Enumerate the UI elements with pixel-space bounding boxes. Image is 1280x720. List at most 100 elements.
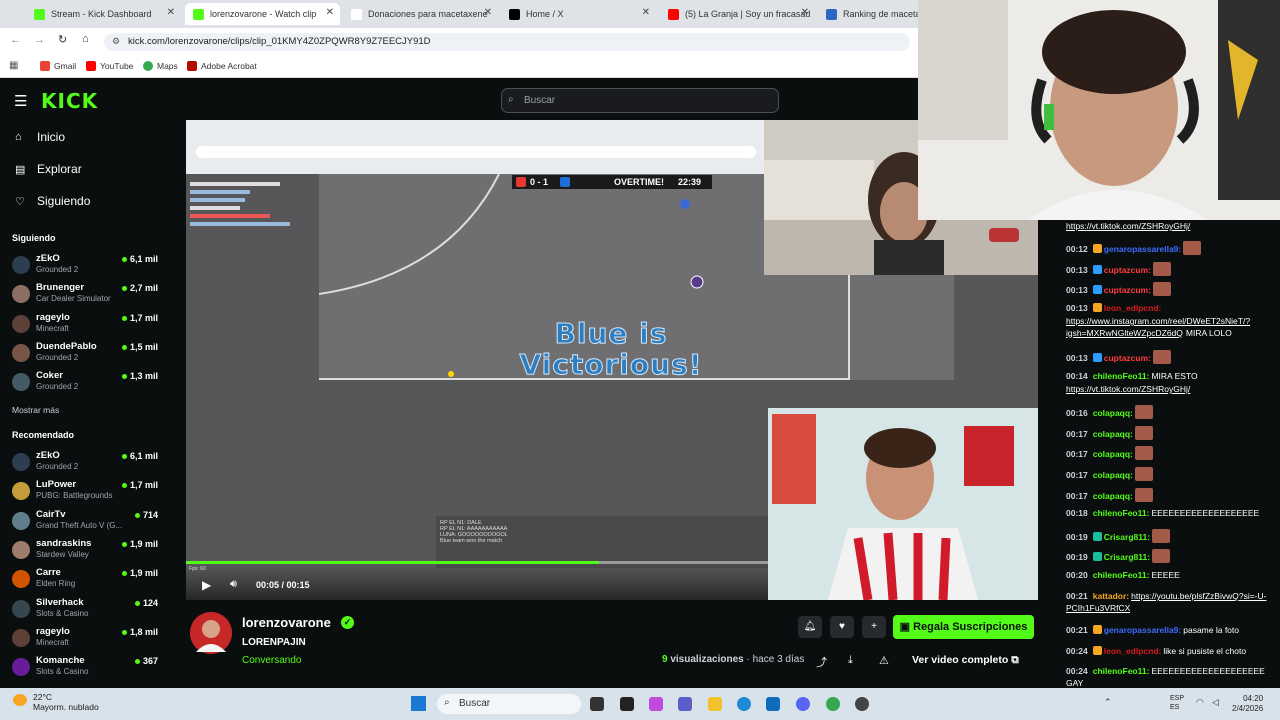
kick-logo[interactable]: KICK — [41, 89, 98, 113]
video-player[interactable]: 0 - 1 OVERTIME! 22:39 Blue is Victorious… — [186, 120, 1038, 600]
close-tab-icon[interactable]: ✕ — [801, 7, 809, 18]
chat-username[interactable]: colapaqq: — [1093, 470, 1133, 480]
volume-icon[interactable]: 🔊︎ — [230, 578, 237, 591]
back-icon[interactable]: ← — [10, 34, 21, 46]
nav-siguiendo[interactable]: ♡ Siguiendo — [15, 194, 90, 208]
browser-tab[interactable]: Home / X ✕ — [501, 3, 656, 25]
chat-username[interactable]: Crisarg811: — [1104, 532, 1150, 542]
weather-widget[interactable]: 22°C Mayorm. nublado — [33, 692, 99, 712]
close-tab-icon[interactable]: ✕ — [642, 7, 650, 18]
channel-recommended-item[interactable]: rageylo Minecraft 1,8 mil — [10, 625, 160, 651]
full-video-link[interactable]: Ver video completo ⧉ — [912, 654, 1019, 667]
system-clock[interactable]: 04:20 2/4/2026 — [1232, 694, 1263, 714]
windows-start-icon[interactable] — [411, 696, 426, 711]
more-button[interactable]: + — [862, 616, 886, 638]
channel-following-item[interactable]: zEkO Grounded 2 6,1 mil — [10, 252, 160, 278]
channel-viewers: 1,7 mil — [122, 480, 158, 490]
chat-username[interactable]: colapaqq: — [1093, 429, 1133, 439]
chat-link[interactable]: https://vt.tiktok.com/ZSHRoyGHj/ — [1066, 221, 1190, 231]
bookmark-maps[interactable]: Maps — [143, 61, 178, 71]
apps-icon[interactable]: ▦ — [9, 60, 18, 71]
chat-username[interactable]: leon_edlpcnd: — [1104, 303, 1162, 313]
channel-recommended-item[interactable]: Komanche Slots & Casino 367 — [10, 654, 160, 680]
url-field[interactable]: kick.com/lorenzovarone/clips/clip_01KMY4… — [104, 33, 910, 51]
channel-recommended-item[interactable]: CairTv Grand Theft Auto V (G... 714 — [10, 508, 160, 534]
volume-icon[interactable]: ◁ — [1212, 697, 1219, 708]
report-icon[interactable]: ⚠ — [879, 654, 889, 667]
language-indicator[interactable]: ESP ES — [1170, 694, 1184, 712]
chat-link[interactable]: https://vt.tiktok.com/ZSHRoyGHj/ — [1066, 384, 1190, 394]
browser-tab[interactable]: Donaciones para macetaxene ✕ — [343, 3, 498, 25]
nav-explorar[interactable]: ▤ Explorar — [15, 162, 82, 176]
gift-subscriptions-button[interactable]: ▣ Regala Suscripciones — [893, 615, 1034, 639]
channel-name: Komanche — [36, 655, 85, 667]
browser-tab[interactable]: (5) La Granja | Soy un fracasad ✕ — [660, 3, 815, 25]
channel-avatar — [12, 285, 30, 304]
chat-username[interactable]: colapaqq: — [1093, 491, 1133, 501]
clip-category[interactable]: Conversando — [242, 655, 301, 666]
bookmark-adobe-acrobat[interactable]: Adobe Acrobat — [187, 61, 257, 71]
channel-recommended-item[interactable]: LuPower PUBG: Battlegrounds 1,7 mil — [10, 478, 160, 504]
discord-icon[interactable] — [796, 697, 810, 711]
show-more-link[interactable]: Mostrar más — [12, 405, 59, 415]
chat-username[interactable]: colapaqq: — [1093, 449, 1133, 459]
share-icon[interactable]: ⤴ — [816, 654, 827, 670]
site-info-icon[interactable]: ⚙ — [112, 36, 120, 47]
taskview-icon[interactable] — [590, 697, 604, 711]
channel-recommended-item[interactable]: Silverhack Slots & Casino 124 — [10, 596, 160, 622]
chat-username[interactable]: chilenoFeo11: — [1093, 666, 1150, 676]
copilot-icon[interactable] — [649, 697, 663, 711]
chat-username[interactable]: chilenoFeo11: — [1093, 508, 1150, 518]
chat-username[interactable]: Crisarg811: — [1104, 552, 1150, 562]
taskbar-search[interactable]: Buscar — [437, 694, 581, 714]
obs-icon[interactable] — [855, 697, 869, 711]
follow-button[interactable]: ♥ — [830, 616, 854, 638]
chat-username[interactable]: cuptazcum: — [1104, 265, 1151, 275]
download-icon[interactable]: ⤓ — [848, 654, 853, 667]
channel-following-item[interactable]: rageylo Minecraft 1,7 mil — [10, 311, 160, 337]
chat-username[interactable]: leon_edlpcnd: — [1104, 646, 1162, 656]
menu-icon[interactable]: ☰ — [14, 92, 27, 110]
channel-recommended-item[interactable]: Carre Elden Ring 1,9 mil — [10, 566, 160, 592]
channel-recommended-item[interactable]: zEkO Grounded 2 6,1 mil — [10, 449, 160, 475]
streamer-avatar[interactable] — [190, 612, 232, 654]
channel-following-item[interactable]: Coker Grounded 2 1,3 mil — [10, 369, 160, 395]
browser-tab[interactable]: lorenzovarone - Watch clip ✕ — [185, 3, 340, 25]
tray-chevron-icon[interactable]: ⌃ — [1104, 697, 1112, 708]
notifications-button[interactable]: 🔔︎ — [798, 616, 822, 638]
reload-icon[interactable]: ↻ — [58, 33, 67, 46]
teams-icon[interactable] — [678, 697, 692, 711]
streamer-name[interactable]: lorenzovarone — [242, 615, 331, 630]
search-input[interactable]: Buscar — [501, 88, 779, 113]
chat-username[interactable]: cuptazcum: — [1104, 285, 1151, 295]
close-tab-icon[interactable]: ✕ — [484, 7, 492, 18]
chat-username[interactable]: chilenoFeo11: — [1093, 371, 1150, 381]
chat-username[interactable]: genaropassarella9: — [1104, 244, 1181, 254]
wifi-icon[interactable]: ◠ — [1196, 697, 1204, 708]
channel-recommended-item[interactable]: sandraskins Stardew Valley 1,9 mil — [10, 537, 160, 563]
bookmark-youtube[interactable]: YouTube — [86, 61, 133, 71]
channel-name: Brunenger — [36, 282, 85, 294]
chat-username[interactable]: cuptazcum: — [1104, 353, 1151, 363]
chrome-icon[interactable] — [826, 697, 840, 711]
chat-username[interactable]: kattador: — [1093, 591, 1129, 601]
play-icon[interactable]: ▶ — [202, 578, 211, 592]
chat-timestamp: 00:19 — [1066, 532, 1088, 542]
browser-tab[interactable]: Ranking de macetaxer — [818, 3, 918, 25]
browser-tab[interactable]: Stream - Kick Dashboard ✕ — [26, 3, 181, 25]
chat-username[interactable]: genaropassarella9: — [1104, 625, 1181, 635]
home-icon[interactable]: ⌂ — [82, 33, 89, 45]
explorer-icon[interactable] — [708, 697, 722, 711]
chat-username[interactable]: colapaqq: — [1093, 408, 1133, 418]
close-tab-icon[interactable]: ✕ — [167, 7, 175, 18]
bookmark-gmail[interactable]: Gmail — [40, 61, 76, 71]
forward-icon[interactable]: → — [34, 34, 45, 46]
channel-following-item[interactable]: DuendePablo Grounded 2 1,5 mil — [10, 340, 160, 366]
channel-following-item[interactable]: Brunenger Car Dealer Simulator 2,7 mil — [10, 281, 160, 307]
app-icon[interactable] — [620, 697, 634, 711]
chat-username[interactable]: chilenoFeo11: — [1093, 570, 1150, 580]
store-icon[interactable] — [766, 697, 780, 711]
edge-icon[interactable] — [737, 697, 751, 711]
close-tab-icon[interactable]: ✕ — [326, 7, 334, 18]
nav-inicio[interactable]: ⌂ Inicio — [15, 130, 65, 144]
